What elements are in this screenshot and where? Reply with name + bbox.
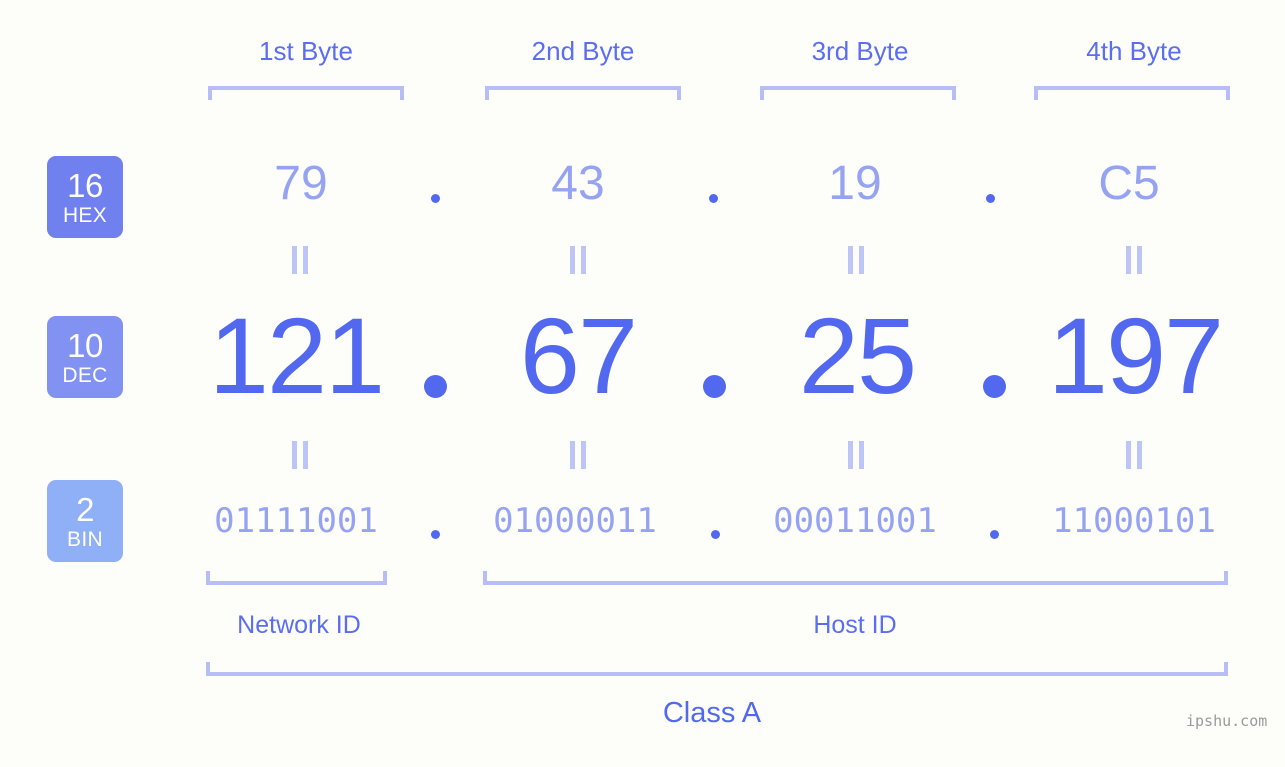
equals-mark-hex-dec-2 [570, 246, 588, 274]
byte-header-3: 3rd Byte [811, 36, 909, 66]
base-badge-bin-number: 2 [76, 490, 94, 528]
bin-separator-3 [990, 530, 999, 539]
byte-bracket-2 [485, 86, 681, 100]
equals-mark-hex-dec-3 [848, 246, 866, 274]
dec-byte-4: 197 [1047, 295, 1224, 416]
byte-header-4: 4th Byte [1086, 36, 1182, 66]
class-label: Class A [662, 697, 762, 729]
hex-byte-3: 19 [828, 157, 882, 210]
host-id-bracket [483, 571, 1228, 585]
bin-separator-1 [431, 530, 440, 539]
dec-separator-1 [424, 375, 447, 398]
host-id-label: Host ID [813, 611, 897, 639]
base-badge-hex: 16 HEX [47, 156, 123, 238]
ip-address-breakdown-diagram: 1st Byte 2nd Byte 3rd Byte 4th Byte 16 H… [0, 0, 1285, 767]
hex-byte-2: 43 [551, 157, 605, 210]
base-badge-hex-number: 16 [67, 166, 103, 204]
equals-mark-hex-dec-1 [292, 246, 310, 274]
hex-separator-3 [986, 194, 995, 203]
byte-bracket-1 [208, 86, 404, 100]
hex-byte-1: 79 [274, 157, 328, 210]
bin-byte-2: 01000011 [493, 501, 657, 541]
bin-separator-2 [711, 530, 720, 539]
base-badge-dec: 10 DEC [47, 316, 123, 398]
hex-separator-1 [431, 194, 440, 203]
byte-bracket-4 [1034, 86, 1230, 100]
dec-byte-3: 25 [798, 295, 917, 416]
dec-byte-2: 67 [519, 295, 638, 416]
base-badge-bin-name: BIN [67, 527, 103, 551]
equals-mark-dec-bin-3 [848, 441, 866, 469]
bin-byte-3: 00011001 [773, 501, 937, 541]
base-badge-dec-number: 10 [67, 326, 103, 364]
equals-mark-dec-bin-1 [292, 441, 310, 469]
base-badge-hex-name: HEX [62, 203, 108, 227]
byte-header-2: 2nd Byte [531, 36, 635, 66]
network-id-bracket [206, 571, 387, 585]
dec-separator-2 [703, 375, 726, 398]
bin-byte-4: 11000101 [1052, 501, 1216, 541]
network-id-label: Network ID [237, 611, 361, 639]
equals-mark-hex-dec-4 [1126, 246, 1144, 274]
dec-separator-3 [983, 375, 1006, 398]
byte-header-1: 1st Byte [259, 36, 353, 66]
dec-byte-1: 121 [208, 295, 385, 416]
hex-byte-4: C5 [1098, 157, 1160, 210]
base-badge-bin: 2 BIN [47, 480, 123, 562]
equals-mark-dec-bin-4 [1126, 441, 1144, 469]
byte-bracket-3 [760, 86, 956, 100]
bin-byte-1: 01111001 [214, 501, 378, 541]
site-watermark: ipshu.com [1186, 712, 1268, 730]
hex-separator-2 [709, 194, 718, 203]
equals-mark-dec-bin-2 [570, 441, 588, 469]
class-bracket [206, 662, 1228, 676]
base-badge-dec-name: DEC [62, 363, 108, 387]
